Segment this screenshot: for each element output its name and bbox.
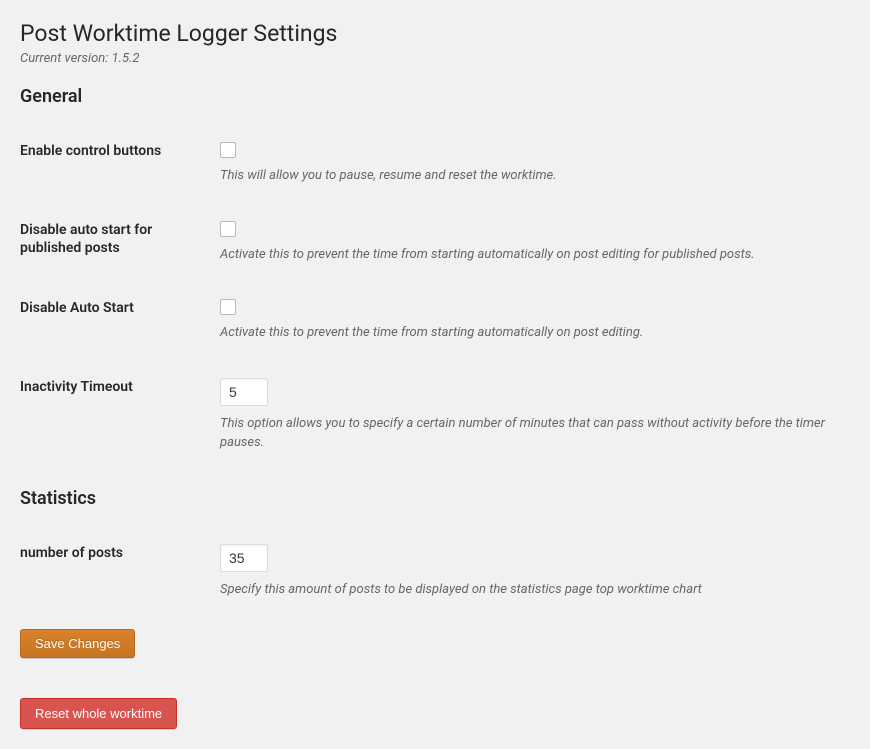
inactivity-timeout-label: Inactivity Timeout <box>20 363 220 473</box>
disable-auto-start-published-label: Disable auto start for published posts <box>20 206 220 285</box>
version-label: Current version: 1.5.2 <box>20 51 850 66</box>
number-of-posts-label: number of posts <box>20 529 220 620</box>
disable-auto-start-published-description: Activate this to prevent the time from s… <box>220 245 840 265</box>
number-of-posts-input[interactable] <box>220 544 268 572</box>
disable-auto-start-label: Disable Auto Start <box>20 284 220 363</box>
enable-control-buttons-label: Enable control buttons <box>20 127 220 206</box>
statistics-settings-table: number of posts Specify this amount of p… <box>20 529 850 620</box>
inactivity-timeout-description: This option allows you to specify a cert… <box>220 414 840 453</box>
general-settings-table: Enable control buttons This will allow y… <box>20 127 850 473</box>
enable-control-buttons-checkbox[interactable] <box>220 142 236 158</box>
disable-auto-start-checkbox[interactable] <box>220 299 236 315</box>
save-changes-button[interactable]: Save Changes <box>20 629 135 658</box>
inactivity-timeout-input[interactable] <box>220 378 268 406</box>
enable-control-buttons-description: This will allow you to pause, resume and… <box>220 166 840 186</box>
section-heading-general: General <box>20 86 850 107</box>
number-of-posts-description: Specify this amount of posts to be displ… <box>220 580 840 600</box>
disable-auto-start-published-checkbox[interactable] <box>220 221 236 237</box>
reset-worktime-button[interactable]: Reset whole worktime <box>20 698 177 729</box>
section-heading-statistics: Statistics <box>20 488 850 509</box>
page-title: Post Worktime Logger Settings <box>20 20 850 47</box>
disable-auto-start-description: Activate this to prevent the time from s… <box>220 323 840 343</box>
